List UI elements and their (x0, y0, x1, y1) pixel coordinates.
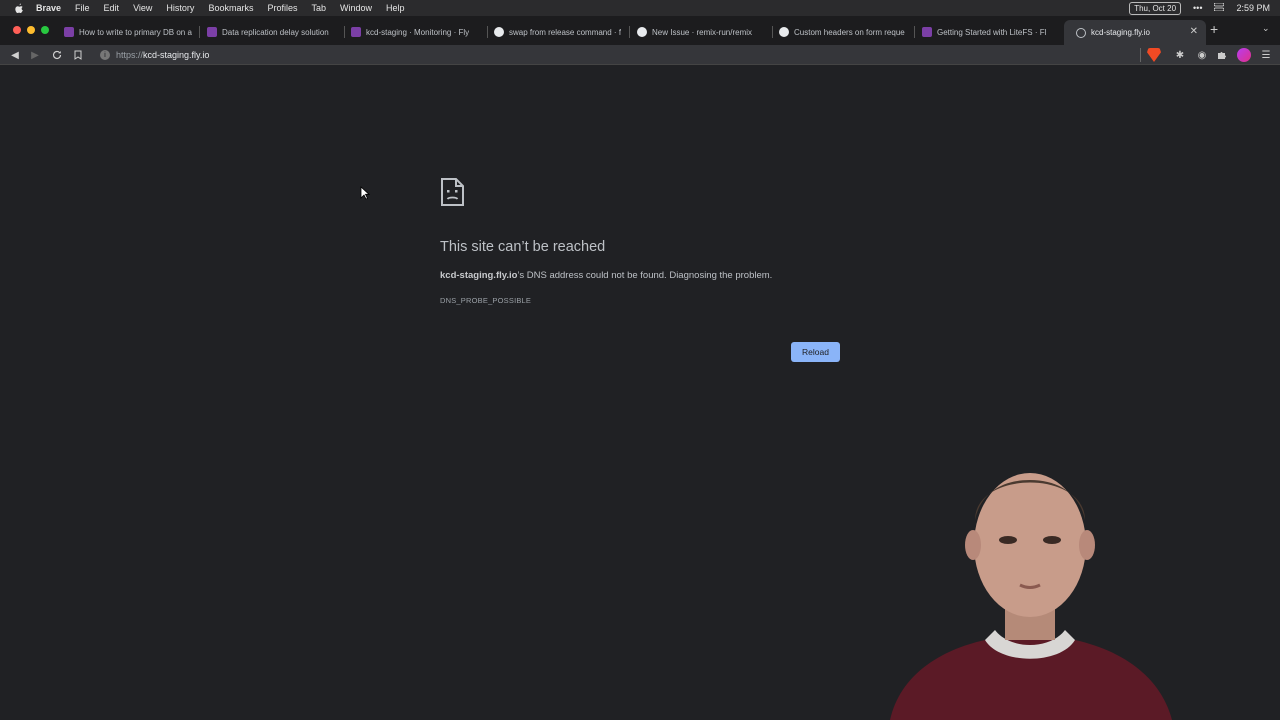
tab-menu[interactable]: Tab (311, 0, 326, 16)
tab-label: Custom headers on form reque (794, 27, 905, 37)
edit-menu[interactable]: Edit (104, 0, 120, 16)
fly-icon (207, 27, 217, 37)
webcam-overlay (880, 450, 1180, 720)
window-controls (13, 26, 49, 34)
bookmark-icon[interactable] (70, 47, 86, 63)
minimize-window-button[interactable] (27, 26, 35, 34)
chevron-down-icon[interactable]: ⌄ (1262, 23, 1270, 34)
tab-swap-release[interactable]: swap from release command · f (494, 22, 630, 42)
error-code: DNS_PROBE_POSSIBLE (440, 296, 532, 305)
tab-data-replication[interactable]: Data replication delay solution (207, 22, 345, 42)
tab-primary-db[interactable]: How to write to primary DB on a (64, 22, 200, 42)
help-menu[interactable]: Help (386, 0, 405, 16)
menubar-clock[interactable]: 2:59 PM (1236, 3, 1270, 13)
profile-avatar[interactable] (1237, 48, 1251, 62)
tab-kcd-staging[interactable]: kcd-staging.fly.io ✕ (1064, 20, 1206, 45)
tab-label: kcd-staging.fly.io (1091, 28, 1150, 37)
browser-toolbar: ◀ ▶ i https:// kcd-staging.fly.io ✱ ◉ ☰ (0, 45, 1280, 65)
apple-icon[interactable] (12, 1, 26, 15)
app-menu[interactable]: Brave (36, 0, 61, 16)
control-center-icon[interactable] (1214, 2, 1225, 13)
tab-new-issue[interactable]: New Issue · remix-run/remix (637, 22, 773, 42)
fly-icon (351, 27, 361, 37)
puzzle-icon[interactable] (1215, 48, 1229, 62)
github-icon (637, 27, 647, 37)
history-menu[interactable]: History (166, 0, 194, 16)
url-scheme: https:// (116, 50, 144, 60)
tab-monitoring[interactable]: kcd-staging · Monitoring · Fly (351, 22, 488, 42)
macos-menu-bar: Brave File Edit View History Bookmarks P… (0, 0, 1280, 16)
file-menu[interactable]: File (75, 0, 90, 16)
zoom-window-button[interactable] (41, 26, 49, 34)
extension-icon[interactable]: ◉ (1195, 48, 1209, 62)
bookmarks-menu[interactable]: Bookmarks (208, 0, 253, 16)
fly-icon (922, 27, 932, 37)
back-button[interactable]: ◀ (7, 47, 23, 63)
reload-button[interactable]: Reload (791, 342, 840, 362)
reload-icon[interactable] (49, 47, 65, 63)
error-title: This site can’t be reached (440, 239, 606, 255)
menubar-date[interactable]: Thu, Oct 20 (1129, 1, 1182, 15)
window-menu[interactable]: Window (340, 0, 372, 16)
tab-label: kcd-staging · Monitoring · Fly (366, 27, 470, 37)
close-tab-icon[interactable]: ✕ (1190, 26, 1198, 37)
tab-label: How to write to primary DB on a (79, 27, 192, 37)
tab-label: swap from release command · f (509, 27, 622, 37)
forward-button[interactable]: ▶ (27, 47, 43, 63)
profiles-menu[interactable]: Profiles (267, 0, 297, 16)
brave-shield-icon[interactable] (1147, 48, 1161, 62)
url-host: kcd-staging.fly.io (143, 50, 210, 60)
mouse-cursor-icon (360, 186, 371, 200)
new-tab-button[interactable]: + (1210, 21, 1218, 37)
view-menu[interactable]: View (133, 0, 152, 16)
sad-page-icon (440, 177, 465, 207)
github-icon (494, 27, 504, 37)
address-bar[interactable]: i https:// kcd-staging.fly.io (96, 47, 1141, 63)
tab-strip: How to write to primary DB on a Data rep… (0, 16, 1280, 45)
menu-icon[interactable]: ☰ (1259, 48, 1273, 62)
tab-label: New Issue · remix-run/remix (652, 27, 753, 37)
error-message-text: ’s DNS address could not be found. Diagn… (517, 270, 773, 281)
tab-custom-headers[interactable]: Custom headers on form reque (779, 22, 915, 42)
fly-icon (64, 27, 74, 37)
tab-litefs[interactable]: Getting Started with LiteFS · Fl (922, 22, 1057, 42)
tab-label: Getting Started with LiteFS · Fl (937, 27, 1047, 37)
error-host: kcd-staging.fly.io (440, 270, 518, 281)
tab-label: Data replication delay solution (222, 27, 329, 37)
github-icon (779, 27, 789, 37)
extension-icon[interactable]: ✱ (1173, 48, 1187, 62)
error-message: kcd-staging.fly.io’s DNS address could n… (440, 270, 772, 281)
site-info-icon[interactable]: i (100, 50, 110, 60)
close-window-button[interactable] (13, 26, 21, 34)
globe-icon (1076, 27, 1086, 38)
more-icon[interactable]: ••• (1193, 3, 1202, 13)
